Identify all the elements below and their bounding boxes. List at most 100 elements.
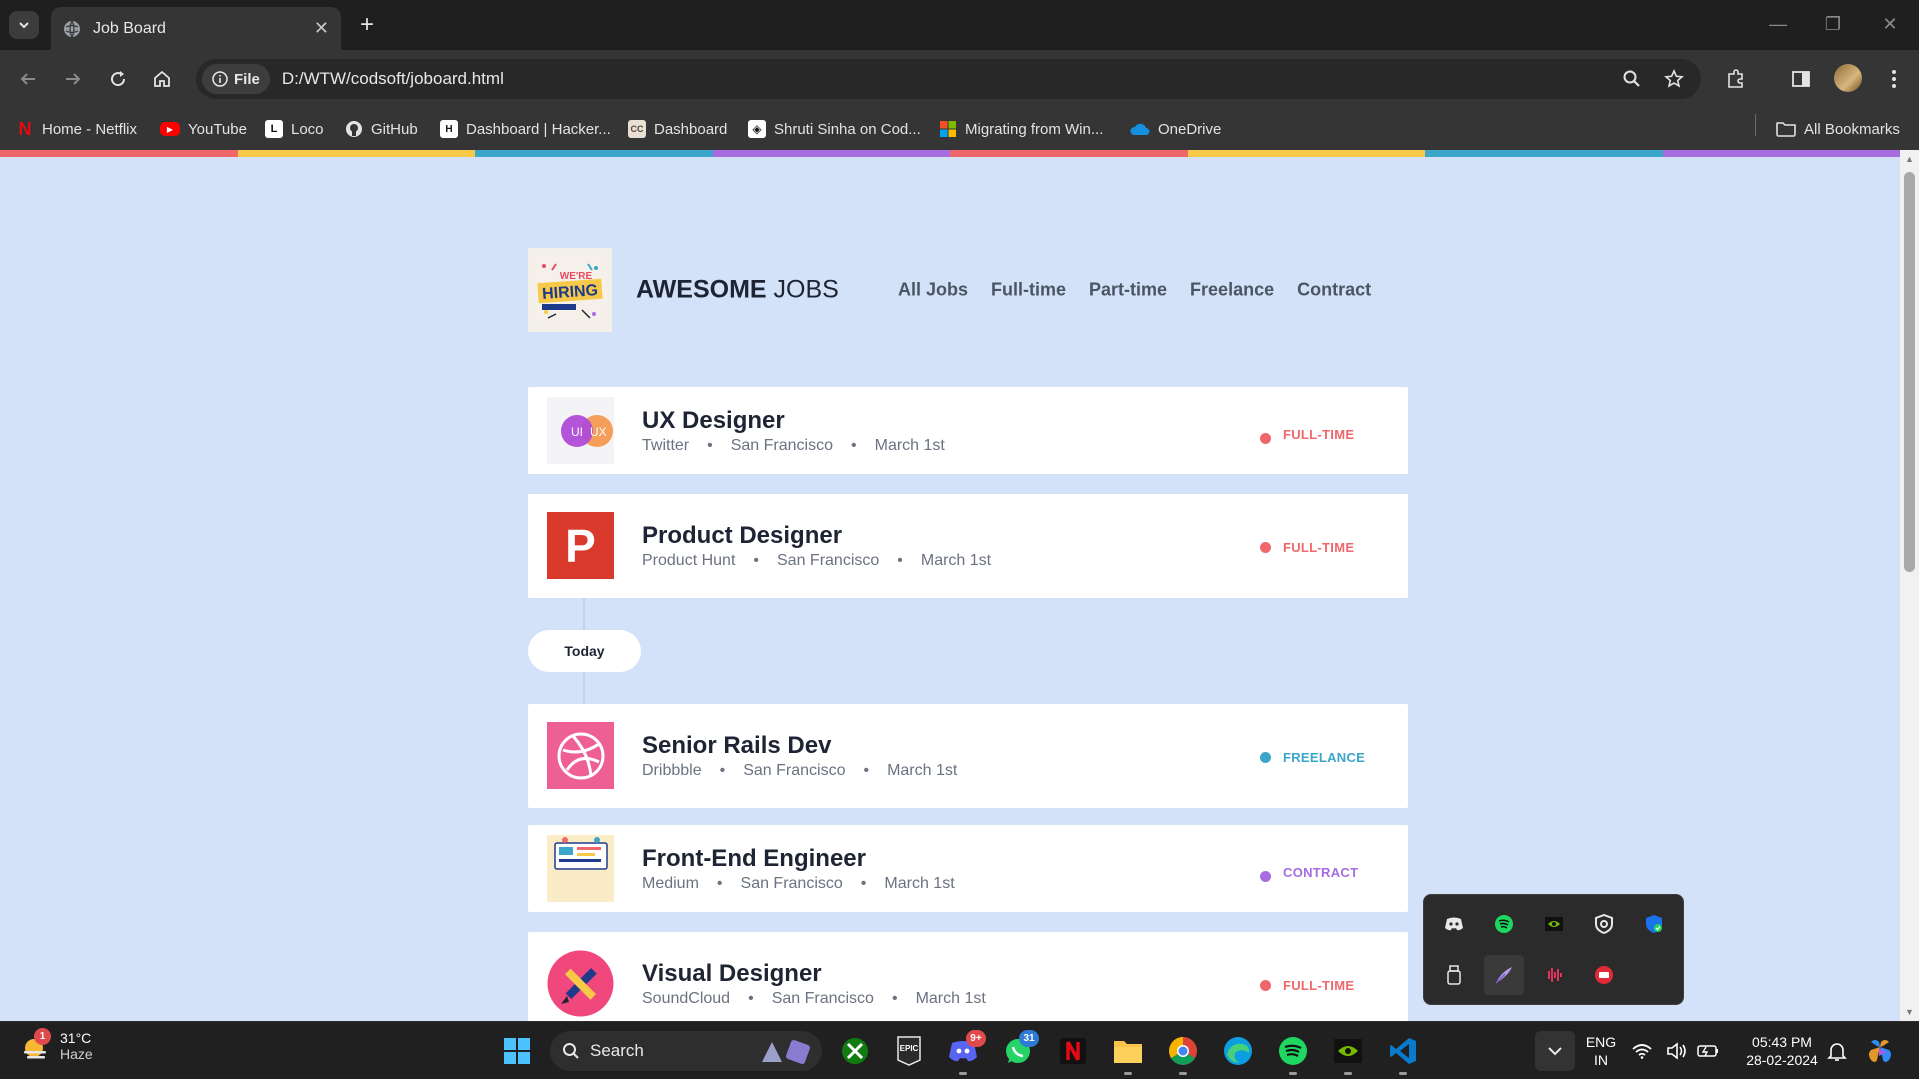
profile-avatar[interactable] [1834,64,1862,92]
hiring-logo[interactable]: WE'RE HIRING [528,248,612,332]
zoom-icon[interactable] [1620,67,1644,91]
bookmark-star-icon[interactable] [1662,67,1686,91]
svg-text:UX: UX [590,425,607,439]
back-button[interactable] [13,64,43,94]
bookmark-hackerrank[interactable]: H Dashboard | Hacker... [440,116,611,142]
job-meta: SoundCloud • San Francisco • March 1st [642,990,986,1008]
nav-contract[interactable]: Contract [1297,280,1371,301]
job-card[interactable]: P Product Designer Product Hunt • San Fr… [528,494,1408,598]
home-button[interactable] [147,64,177,94]
netflix-icon: N [18,118,32,139]
reload-button[interactable] [103,64,133,94]
all-bookmarks-button[interactable]: All Bookmarks [1776,116,1900,142]
bookmark-microsoft[interactable]: Migrating from Win... [939,116,1103,142]
scroll-up-icon[interactable]: ▲ [1904,154,1915,164]
job-type-badge: CONTRACT [1260,863,1358,882]
tray-overflow-popup [1423,894,1684,1005]
weather-temp: 31°C [60,1030,92,1046]
discord-tray-icon[interactable] [1434,904,1474,944]
start-button[interactable] [500,1034,534,1068]
netflix-app[interactable] [1056,1034,1090,1068]
wifi-icon[interactable] [1629,1034,1655,1068]
job-title[interactable]: Product Designer [642,522,842,550]
extensions-icon[interactable] [1722,65,1750,93]
nav-full-time[interactable]: Full-time [991,280,1066,301]
vscode-app[interactable] [1386,1034,1420,1068]
bookmark-onedrive[interactable]: OneDrive [1130,116,1221,142]
job-title[interactable]: Front-End Engineer [642,845,866,873]
scroll-thumb[interactable] [1904,172,1915,572]
clock[interactable]: 05:43 PM 28-02-2024 [1736,1033,1828,1069]
pen-tray-icon[interactable] [1484,955,1524,995]
close-window-icon[interactable]: ✕ [1878,12,1902,36]
menu-kebab-icon[interactable] [1880,65,1908,93]
epic-games-app[interactable]: EPIC [892,1034,926,1068]
battery-icon[interactable] [1695,1034,1721,1068]
spotify-tray-icon[interactable] [1484,904,1524,944]
security-tray-icon[interactable] [1634,904,1674,944]
shield-tray-icon[interactable] [1584,904,1624,944]
usb-tray-icon[interactable] [1434,955,1474,995]
site-info-chip[interactable]: File [202,64,270,94]
nav-freelance[interactable]: Freelance [1190,280,1274,301]
nav-part-time[interactable]: Part-time [1089,280,1167,301]
copilot-icon[interactable] [1862,1034,1898,1068]
bookmark-netflix[interactable]: N Home - Netflix [16,116,138,142]
reload-icon [111,71,126,87]
xbox-app[interactable] [838,1034,872,1068]
job-card[interactable]: UI UX UX Designer Twitter • San Francisc… [528,387,1408,474]
language-indicator[interactable]: ENG IN [1585,1033,1617,1069]
meta-separator: • [753,552,759,569]
restore-icon[interactable]: ❐ [1821,12,1845,36]
forward-button[interactable] [58,64,88,94]
discord-app[interactable]: 9+ [946,1030,986,1068]
side-panel-icon[interactable] [1787,65,1815,93]
nav-all-jobs[interactable]: All Jobs [898,280,968,301]
whatsapp-app[interactable]: 31 [1001,1030,1039,1068]
bookmark-codechef[interactable]: CC Dashboard [628,116,727,142]
job-type-badge: FREELANCE [1260,750,1365,765]
main-nav: All Jobs Full-time Part-time Freelance C… [898,280,1371,301]
job-company: SoundCloud [642,990,731,1007]
edge-app[interactable] [1221,1034,1255,1068]
volume-icon[interactable] [1664,1034,1690,1068]
job-title[interactable]: Visual Designer [642,960,822,988]
new-tab-button[interactable]: + [352,10,382,40]
file-chip-label: File [234,70,260,88]
address-bar[interactable]: File D:/WTW/codsoft/joboard.html [196,59,1701,99]
arrow-right-icon [66,73,81,85]
file-explorer-app[interactable] [1111,1034,1145,1068]
scroll-down-icon[interactable]: ▼ [1904,1007,1915,1017]
bookmark-codepen[interactable]: ◈ Shruti Sinha on Cod... [748,116,921,142]
bookmark-github[interactable]: GitHub [345,116,418,142]
minimize-icon[interactable]: — [1766,12,1790,36]
notification-icon[interactable] [1820,1034,1854,1068]
audio-tray-icon[interactable] [1534,955,1574,995]
job-title[interactable]: Senior Rails Dev [642,732,831,760]
job-date: March 1st [920,552,992,569]
whatsapp-badge: 31 [1019,1030,1039,1047]
running-indicator [1289,1072,1297,1075]
nvidia-tray-icon[interactable] [1534,904,1574,944]
job-card[interactable]: Visual Designer SoundCloud • San Francis… [528,932,1408,1021]
taskbar-search[interactable]: Search [550,1031,822,1071]
meta-separator: • [860,875,867,892]
show-hidden-icons-button[interactable] [1535,1031,1575,1071]
page-scrollbar[interactable]: ▲ ▼ [1900,150,1919,1021]
tab-search-button[interactable] [9,11,39,39]
weather-widget[interactable]: 1 31°C Haze [20,1028,93,1062]
weather-sun-icon: 1 [20,1028,51,1061]
bookmark-youtube[interactable]: ▶ YouTube [160,116,247,142]
close-tab-icon[interactable]: ✕ [314,18,329,39]
job-card[interactable]: Senior Rails Dev Dribbble • San Francisc… [528,704,1408,808]
svg-text:UI: UI [571,425,583,439]
nvidia-app[interactable] [1331,1034,1365,1068]
bookmark-loco[interactable]: L Loco [265,116,324,142]
job-meta: Medium • San Francisco • March 1st [642,875,955,893]
job-title[interactable]: UX Designer [642,407,785,435]
app-tray-icon[interactable] [1584,955,1624,995]
chrome-app[interactable] [1166,1034,1200,1068]
spotify-app[interactable] [1276,1034,1310,1068]
tab-job-board[interactable]: Job Board ✕ [51,7,341,50]
job-card[interactable]: Front-End Engineer Medium • San Francisc… [528,825,1408,912]
